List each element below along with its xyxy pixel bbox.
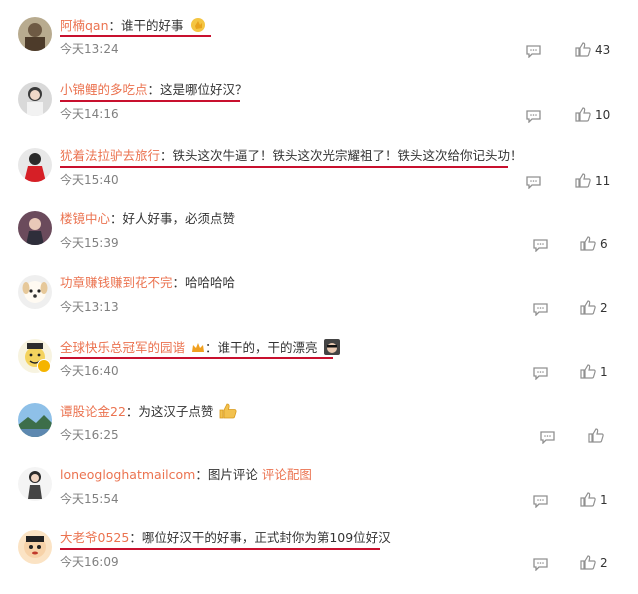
comment-time: 今天15:54	[60, 492, 119, 506]
avatar-girl-icon[interactable]	[18, 82, 52, 116]
username-link[interactable]: loneogloghatmailcom	[60, 467, 195, 482]
avatar-woman-icon[interactable]	[18, 211, 52, 245]
separator: ：	[108, 18, 122, 33]
like-icon[interactable]	[580, 364, 596, 379]
reply-icon[interactable]	[533, 237, 548, 253]
like-icon[interactable]	[588, 428, 604, 443]
underline	[60, 357, 333, 359]
comment-text: 谁干的，干的漂亮	[217, 340, 318, 355]
like-count: 1	[600, 365, 608, 379]
separator: ：	[205, 340, 218, 355]
reply-icon[interactable]	[533, 301, 548, 317]
separator: ：	[147, 82, 161, 97]
comment-item: 全球快乐总冠军的园谐 ：谁干的，干的漂亮 今天16:40 1	[0, 339, 638, 403]
like-count: 2	[600, 301, 608, 315]
like-count: 10	[595, 108, 611, 122]
like-count: 43	[595, 43, 611, 57]
like-icon[interactable]	[580, 236, 596, 251]
reply-icon[interactable]	[540, 429, 555, 445]
comment-item: 谭股论金22：为这汉子点赞 今天16:25	[0, 403, 638, 467]
reply-icon[interactable]	[533, 556, 548, 572]
image-comment-link[interactable]: 评论配图	[262, 467, 312, 482]
username-link[interactable]: 大老爷0525	[60, 530, 129, 545]
like-count: 1	[600, 493, 608, 507]
avatar-landscape-icon[interactable]	[18, 403, 52, 437]
separator: ：	[172, 275, 186, 290]
username-link[interactable]: 谭股论金22	[60, 404, 126, 419]
username-link[interactable]: 犹着法拉驴去旅行	[60, 148, 160, 163]
like-count: 11	[595, 174, 611, 188]
comment-line: 犹着法拉驴去旅行：铁头这次牛逼了！铁头这次光宗耀祖了！铁头这次给你记头功！	[60, 148, 523, 164]
reply-icon[interactable]	[526, 108, 541, 124]
underline	[60, 35, 211, 37]
comment-text: 谁干的好事	[121, 18, 184, 33]
comment-time: 今天13:24	[60, 42, 119, 56]
avatar-red-icon[interactable]	[18, 148, 52, 182]
hand-emoji-icon	[190, 17, 206, 37]
underline	[60, 548, 380, 550]
comment-text: 好人好事，必须点赞	[122, 211, 236, 226]
separator: ：	[110, 211, 123, 226]
reply-icon[interactable]	[533, 493, 548, 509]
comment-time: 今天16:40	[60, 364, 119, 378]
like-count: 2	[600, 556, 608, 570]
like-icon[interactable]	[575, 173, 591, 188]
like-icon[interactable]	[575, 107, 591, 122]
separator: ：	[195, 467, 208, 482]
underline	[60, 100, 240, 102]
comment-time: 今天15:39	[60, 236, 119, 250]
comment-time: 今天14:16	[60, 107, 119, 121]
comment-item: 功章赚钱赚到花不完：哈哈哈哈 今天13:13 2	[0, 275, 638, 339]
comment-line: 阿楠qan：谁干的好事	[60, 17, 206, 37]
cool-emoji-icon	[323, 339, 340, 359]
comment-time: 今天13:13	[60, 300, 119, 314]
avatar-figure-icon[interactable]	[18, 467, 52, 501]
comment-line: 小锦鲤的多吃点：这是哪位好汉？	[60, 82, 248, 98]
comment-line: 谭股论金22：为这汉子点赞	[60, 403, 237, 423]
comment-line: loneogloghatmailcom：图片评论 评论配图	[60, 467, 312, 483]
comment-item: 犹着法拉驴去旅行：铁头这次牛逼了！铁头这次光宗耀祖了！铁头这次给你记头功！ 今天…	[0, 148, 638, 212]
comment-text: 哈哈哈哈	[185, 275, 236, 290]
avatar-crayon-icon[interactable]	[18, 530, 52, 564]
comment-line: 功章赚钱赚到花不完：哈哈哈哈	[60, 275, 235, 291]
separator: ：	[160, 148, 173, 163]
comment-time: 今天15:40	[60, 173, 119, 187]
comment-item: 小锦鲤的多吃点：这是哪位好汉？ 今天14:16 10	[0, 82, 638, 146]
comment-item: 大老爷0525：哪位好汉干的好事，正式封你为第109位好汉 今天16:09 2	[0, 530, 638, 594]
comment-line: 全球快乐总冠军的园谐 ：谁干的，干的漂亮	[60, 339, 340, 359]
username-link[interactable]: 阿楠qan	[60, 18, 109, 33]
avatar-portrait-icon[interactable]	[18, 17, 52, 51]
like-count: 6	[600, 237, 608, 251]
comment-item: 楼镜中心：好人好事，必须点赞 今天15:39 6	[0, 211, 638, 275]
comment-time: 今天16:25	[60, 428, 119, 442]
comment-item: 阿楠qan：谁干的好事 今天13:24 43	[0, 17, 638, 81]
like-icon[interactable]	[580, 555, 596, 570]
reply-icon[interactable]	[526, 43, 541, 59]
comment-time: 今天16:09	[60, 555, 119, 569]
comment-item: loneogloghatmailcom：图片评论 评论配图 今天15:54 1	[0, 467, 638, 531]
comment-line: 楼镜中心：好人好事，必须点赞	[60, 211, 235, 227]
username-link[interactable]: 功章赚钱赚到花不完	[60, 275, 173, 290]
underline	[60, 166, 508, 168]
comment-text: 图片评论	[207, 467, 262, 482]
verified-badge-icon	[37, 359, 51, 373]
username-link[interactable]: 楼镜中心	[60, 211, 110, 226]
avatar-dog-icon[interactable]	[18, 275, 52, 309]
separator: ：	[129, 530, 142, 545]
username-link[interactable]: 全球快乐总冠军的园谐	[60, 340, 185, 355]
comment-text: 为这汉子点赞	[138, 404, 214, 419]
like-icon[interactable]	[580, 492, 596, 507]
comment-text: 铁头这次牛逼了！铁头这次光宗耀祖了！铁头这次给你记头功！	[172, 148, 523, 163]
separator: ：	[125, 404, 139, 419]
thumbs-up-emoji-icon	[219, 403, 237, 423]
like-icon[interactable]	[575, 42, 591, 57]
reply-icon[interactable]	[533, 365, 548, 381]
reply-icon[interactable]	[526, 174, 541, 190]
comment-text: 这是哪位好汉？	[160, 82, 248, 97]
comment-line: 大老爷0525：哪位好汉干的好事，正式封你为第109位好汉	[60, 530, 391, 546]
username-link[interactable]: 小锦鲤的多吃点	[60, 82, 148, 97]
like-icon[interactable]	[580, 300, 596, 315]
comment-text: 哪位好汉干的好事，正式封你为第109位好汉	[141, 530, 391, 545]
